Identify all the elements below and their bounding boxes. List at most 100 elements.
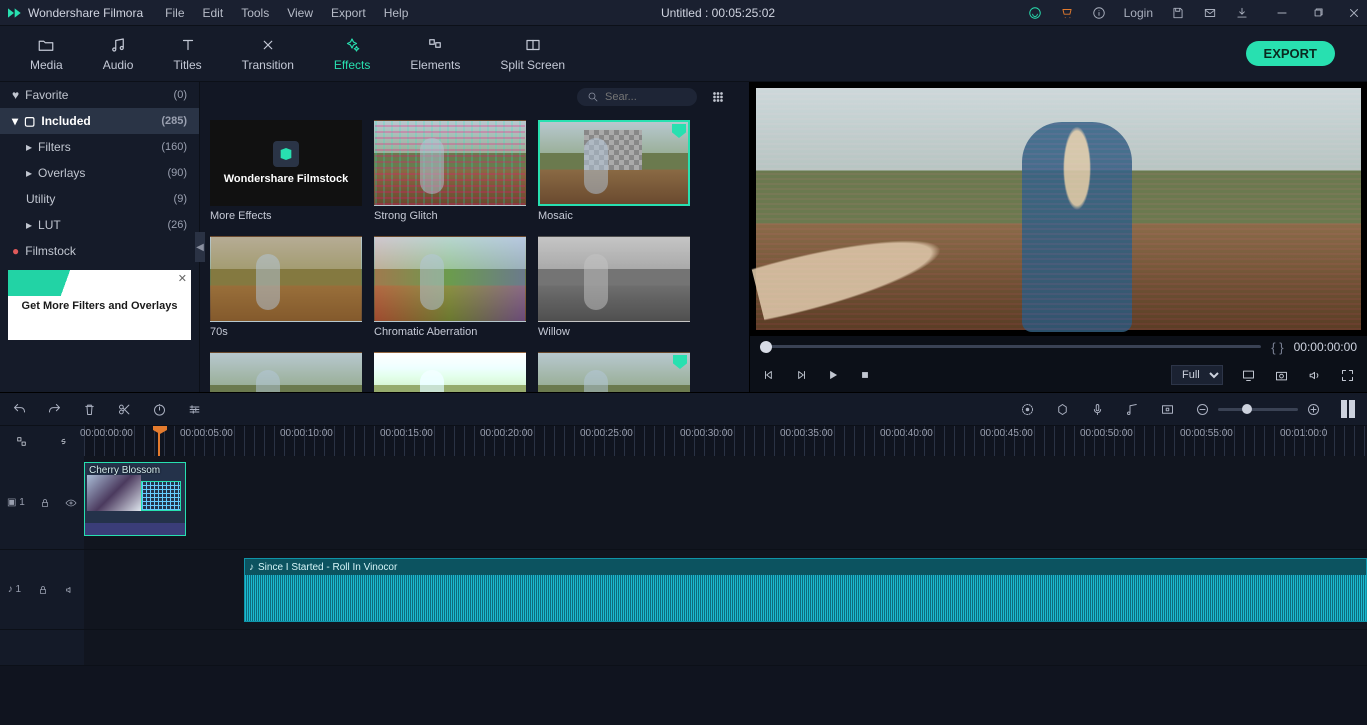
- redo-icon[interactable]: [47, 402, 62, 417]
- effect-card-more[interactable]: Wondershare Filmstock More Effects: [210, 120, 366, 232]
- marker-icon[interactable]: [1055, 402, 1070, 417]
- sidebar-filmstock[interactable]: ●Filmstock: [0, 238, 199, 264]
- sidebar-filmstock-label: Filmstock: [25, 244, 76, 258]
- sidebar-promo[interactable]: ✕ Get More Filters and Overlays: [8, 270, 191, 340]
- effect-card-chromatic[interactable]: Chromatic Aberration: [374, 236, 530, 348]
- track-manage-icon[interactable]: [15, 435, 28, 448]
- audio-mixer-icon[interactable]: [1125, 402, 1140, 417]
- grid-view-icon[interactable]: [711, 90, 725, 104]
- zoom-knob[interactable]: [1242, 404, 1252, 414]
- zoom-slider[interactable]: [1218, 408, 1298, 411]
- fullscreen-icon[interactable]: [1340, 368, 1355, 383]
- menu-export[interactable]: Export: [331, 6, 366, 20]
- speaker-icon[interactable]: [64, 584, 76, 596]
- window-close-icon[interactable]: [1347, 6, 1361, 20]
- tab-media[interactable]: Media: [10, 30, 83, 78]
- effect-card-70s[interactable]: 70s: [210, 236, 366, 348]
- cart-icon[interactable]: [1060, 6, 1074, 20]
- stop-icon[interactable]: [858, 368, 872, 382]
- preview-canvas[interactable]: [750, 82, 1367, 336]
- link-icon[interactable]: [57, 435, 70, 448]
- close-icon[interactable]: ✕: [178, 272, 187, 285]
- tab-splitscreen[interactable]: Split Screen: [480, 30, 585, 78]
- render-icon[interactable]: [1020, 402, 1035, 417]
- step-forward-icon[interactable]: [794, 368, 808, 382]
- save-icon[interactable]: [1171, 6, 1185, 20]
- menu-file[interactable]: File: [165, 6, 184, 20]
- sidebar-lut[interactable]: ▸LUT (26): [0, 212, 199, 238]
- playhead[interactable]: [158, 426, 160, 456]
- ruler-ticks[interactable]: 00:00:00:0000:00:05:0000:00:10:0000:00:1…: [84, 426, 1367, 456]
- sidebar-favorite[interactable]: ♥Favorite (0): [0, 82, 199, 108]
- menu-view[interactable]: View: [287, 6, 313, 20]
- effect-card-extra-2[interactable]: [374, 352, 530, 392]
- audio-track-head: ♪ 1: [0, 550, 84, 629]
- timeline-dock-icon[interactable]: [1341, 400, 1355, 418]
- zoom-in-icon[interactable]: [1306, 402, 1321, 417]
- effect-card-willow[interactable]: Willow: [538, 236, 694, 348]
- mark-brackets[interactable]: { }: [1271, 340, 1283, 355]
- download-icon[interactable]: [1235, 6, 1249, 20]
- search-input[interactable]: [577, 88, 697, 106]
- scrub-knob[interactable]: [760, 341, 772, 353]
- effect-thumb: [210, 352, 362, 392]
- adjust-icon[interactable]: [187, 402, 202, 417]
- display-icon[interactable]: [1241, 368, 1256, 383]
- info-icon[interactable]: [1092, 6, 1106, 20]
- video-lane[interactable]: Cherry Blossom: [84, 456, 1367, 549]
- delete-icon[interactable]: [82, 402, 97, 417]
- window-minimize-icon[interactable]: [1275, 6, 1289, 20]
- sidebar-included[interactable]: ▾▢Included (285): [0, 108, 199, 134]
- sidebar-filters[interactable]: ▸Filters (160): [0, 134, 199, 160]
- sidebar-overlays[interactable]: ▸Overlays (90): [0, 160, 199, 186]
- effect-card-mosaic[interactable]: Mosaic: [538, 120, 694, 232]
- video-clip[interactable]: Cherry Blossom: [84, 462, 186, 536]
- login-link[interactable]: Login: [1124, 6, 1153, 20]
- chevron-down-icon: ▾: [12, 114, 18, 128]
- undo-icon[interactable]: [12, 402, 27, 417]
- title-bar: Wondershare Filmora File Edit Tools View…: [0, 0, 1367, 26]
- scrub-track[interactable]: [760, 345, 1261, 349]
- step-back-icon[interactable]: [762, 368, 776, 382]
- volume-icon[interactable]: [1307, 368, 1322, 383]
- audio-clip[interactable]: ♪Since I Started - Roll In Vinocor: [244, 558, 1367, 622]
- zoom-out-icon[interactable]: [1195, 402, 1210, 417]
- tab-elements[interactable]: Elements: [390, 30, 480, 78]
- ruler-mark: 00:00:55:00: [1180, 428, 1233, 439]
- eye-icon[interactable]: [65, 497, 77, 509]
- effect-thumb: [210, 236, 362, 322]
- effect-card-extra-3[interactable]: [538, 352, 694, 392]
- keyframe-icon[interactable]: [1160, 402, 1175, 417]
- lock-icon[interactable]: [39, 497, 51, 509]
- message-icon[interactable]: [1203, 6, 1217, 20]
- search-icon: [587, 91, 599, 103]
- shapes-icon: [426, 36, 444, 54]
- menu-edit[interactable]: Edit: [203, 6, 224, 20]
- speed-icon[interactable]: [152, 402, 167, 417]
- tab-transition[interactable]: Transition: [222, 30, 314, 78]
- timeline-toolbar: [0, 392, 1367, 426]
- menu-tools[interactable]: Tools: [241, 6, 269, 20]
- sidebar-favorite-count: (0): [174, 89, 187, 101]
- audio-clip-label: Since I Started - Roll In Vinocor: [258, 562, 397, 573]
- tab-titles[interactable]: Titles: [153, 30, 221, 78]
- tab-effects[interactable]: Effects: [314, 30, 390, 78]
- search-field[interactable]: [605, 91, 675, 103]
- effect-card-strong-glitch[interactable]: Strong Glitch: [374, 120, 530, 232]
- snapshot-icon[interactable]: [1274, 368, 1289, 383]
- lock-icon[interactable]: [37, 584, 49, 596]
- effect-card-extra-1[interactable]: [210, 352, 366, 392]
- export-button[interactable]: EXPORT: [1246, 41, 1335, 66]
- split-clip-icon[interactable]: [117, 402, 132, 417]
- audio-lane[interactable]: ♪Since I Started - Roll In Vinocor: [84, 550, 1367, 629]
- support-icon[interactable]: [1028, 6, 1042, 20]
- sidebar-utility[interactable]: Utility (9): [0, 186, 199, 212]
- voiceover-icon[interactable]: [1090, 402, 1105, 417]
- menu-help[interactable]: Help: [384, 6, 409, 20]
- timeline-ruler: 00:00:00:0000:00:05:0000:00:10:0000:00:1…: [0, 426, 1367, 456]
- preview-quality-select[interactable]: Full: [1171, 365, 1223, 385]
- sidebar-collapse-handle[interactable]: ◀: [195, 232, 205, 262]
- tab-audio[interactable]: Audio: [83, 30, 154, 78]
- window-restore-icon[interactable]: [1311, 6, 1325, 20]
- play-icon[interactable]: [826, 368, 840, 382]
